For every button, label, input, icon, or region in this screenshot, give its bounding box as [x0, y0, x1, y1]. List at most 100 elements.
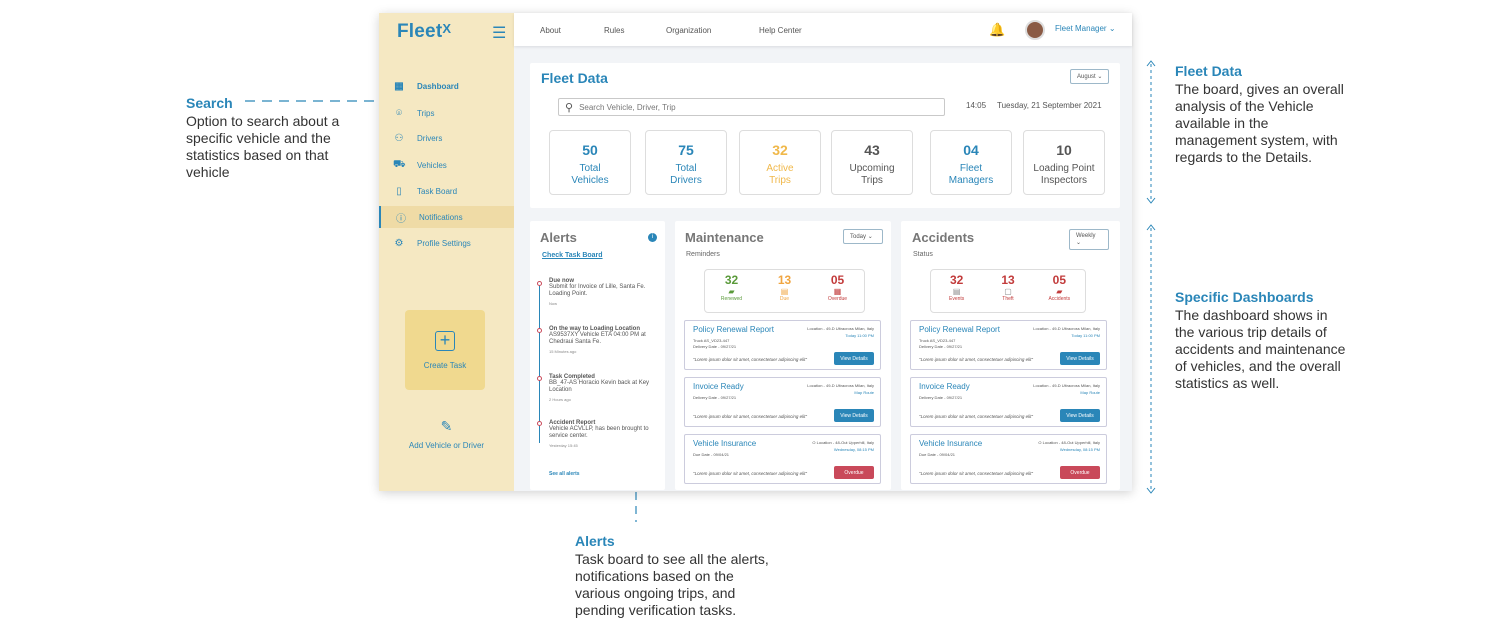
gear-icon: ⚙ [394, 237, 404, 249]
calendar-icon: ▦ [833, 287, 842, 296]
overdue-button[interactable]: Overdue [1060, 466, 1100, 479]
timeline-dot [537, 328, 542, 333]
pen-icon: ✎ [440, 418, 453, 434]
view-details-button[interactable]: View Details [834, 409, 874, 422]
fleet-data-panel: Fleet Data August ⌄ ⚲ Search Vehicle, Dri… [530, 63, 1120, 208]
truck-icon: ⛟ [393, 158, 406, 170]
stat-active-trips[interactable]: 32 Active Trips [739, 130, 821, 195]
summary-events: 32 ▤ Events [931, 270, 982, 312]
alerts-annotation-title: Alerts [575, 533, 615, 549]
avatar[interactable] [1025, 20, 1045, 40]
record-card[interactable]: Policy Renewal Report Location - 49-D Ult… [684, 320, 881, 370]
car-icon: ▰ [728, 287, 735, 296]
record-card[interactable]: Invoice Ready Location - 49-D Ultracross … [684, 377, 881, 427]
accidents-filter-dropdown[interactable]: Weekly ⌄ [1069, 229, 1109, 250]
timeline-dot [537, 421, 542, 426]
bracket-lines [1146, 60, 1156, 494]
fleet-annotation-text: The board, gives an overall analysis of … [1175, 81, 1344, 165]
summary-accidents: 05 ▰ Accidents [1034, 270, 1085, 312]
bell-icon[interactable]: 🔔 [989, 22, 1005, 38]
nav-about[interactable]: About [540, 26, 561, 35]
users-icon: ⚇ [394, 132, 404, 144]
alert-item[interactable]: Due now Submit for Invoice of Lille, Sant… [549, 278, 659, 306]
alerts-annotation-text: Task board to see all the alerts, notifi… [575, 551, 769, 618]
summary-overdue: 05 ▦ Overdue [811, 270, 864, 312]
accidents-panel: Accidents Status Weekly ⌄ 32 ▤ Events 13 ▢ T… [901, 221, 1120, 490]
view-details-button[interactable]: View Details [834, 352, 874, 365]
hamburger-menu-icon[interactable]: ☰ [492, 23, 506, 43]
record-card[interactable]: Vehicle Insurance O Location - 48-Out Upp… [910, 434, 1107, 484]
summary-theft: 13 ▢ Theft [982, 270, 1033, 312]
record-card[interactable]: Invoice Ready Location - 49-D Ultracross … [910, 377, 1107, 427]
timeline-dot [537, 376, 542, 381]
see-all-alerts-link[interactable]: See all alerts [549, 471, 580, 477]
add-vehicle-driver-button[interactable]: ✎ Add Vehicle or Driver [389, 418, 504, 450]
view-details-button[interactable]: View Details [1060, 409, 1100, 422]
alert-item[interactable]: Task Completed BB_47-AS Horacio Kevin bac… [549, 374, 659, 402]
doc-icon: ▤ [952, 287, 961, 296]
maintenance-panel: Maintenance Reminders Today ⌄ 32 ▰ Renewed… [675, 221, 891, 490]
stat-upcoming-trips[interactable]: 43 Upcoming Trips [831, 130, 913, 195]
stat-loading-point-inspectors[interactable]: 10 Loading Point Inspectors [1023, 130, 1105, 195]
record-card[interactable]: Vehicle Insurance O Location - 48-Out Upp… [684, 434, 881, 484]
fleet-annotation-title: Fleet Data [1175, 63, 1242, 79]
current-time: 14:05 [966, 101, 987, 110]
search-input[interactable]: ⚲ Search Vehicle, Driver, Trip [558, 98, 945, 116]
accidents-title: Accidents [912, 230, 975, 245]
chevron-down-icon: ⌄ [1097, 74, 1103, 80]
alert-item[interactable]: Accident Report Vehicle ACVLLP, has been … [549, 420, 659, 448]
fleet-title: Fleet Data [541, 70, 608, 86]
sidebar-item-vehicles[interactable]: ⛟ Vehicles [379, 154, 514, 176]
lock-icon: ▢ [1004, 287, 1012, 296]
sidebar-item-profile-settings[interactable]: ⚙ Profile Settings [379, 232, 514, 254]
stat-fleet-managers[interactable]: 04 Fleet Managers [930, 130, 1012, 195]
info-icon: ⓘ [396, 213, 406, 225]
alerts-title: Alerts [540, 230, 577, 245]
car-icon: ▰ [1056, 287, 1063, 296]
maintenance-subtitle: Reminders [686, 251, 720, 258]
sidebar-item-task-board[interactable]: ▯ Task Board [379, 180, 514, 202]
maintenance-title: Maintenance [685, 230, 764, 245]
timeline-dot [537, 281, 542, 286]
nav-help-center[interactable]: Help Center [759, 26, 802, 35]
chevron-down-icon: ⌄ [867, 234, 873, 240]
dashboard-window: FleetX ☰ ▦ Dashboard ⌾ Trips ⚇ Drivers ⛟ Veh… [379, 13, 1132, 491]
nav-rules[interactable]: Rules [604, 26, 624, 35]
stat-total-drivers[interactable]: 75 Total Drivers [645, 130, 727, 195]
search-icon: ⚲ [565, 101, 574, 114]
search-annotation-title: Search [186, 95, 233, 111]
top-bar: About Rules Organization Help Center 🔔 F… [514, 13, 1132, 46]
sidebar-item-notifications[interactable]: ⓘ Notifications [379, 206, 514, 228]
alert-item[interactable]: On the way to Loading Location AS9537XY V… [549, 326, 659, 354]
overdue-button[interactable]: Overdue [834, 466, 874, 479]
summary-renewed: 32 ▰ Renewed [705, 270, 758, 312]
doc-icon: ▯ [396, 185, 402, 197]
sidebar-item-drivers[interactable]: ⚇ Drivers [379, 127, 514, 149]
user-menu[interactable]: Fleet Manager ⌄ [1055, 24, 1116, 33]
month-dropdown[interactable]: August ⌄ [1070, 69, 1110, 84]
specific-annotation-text: The dashboard shows in the various trip … [1175, 307, 1346, 391]
doc-icon: ▤ [780, 287, 789, 296]
record-card[interactable]: Policy Renewal Report Location - 49-D Ult… [910, 320, 1107, 370]
sidebar-item-trips[interactable]: ⌾ Trips [379, 102, 514, 124]
maintenance-filter-dropdown[interactable]: Today ⌄ [843, 229, 883, 244]
check-task-board-link[interactable]: Check Task Board [542, 252, 603, 259]
sidebar-item-dashboard[interactable]: ▦ Dashboard [379, 75, 514, 97]
sidebar: FleetX ☰ ▦ Dashboard ⌾ Trips ⚇ Drivers ⛟ Veh… [379, 13, 514, 491]
nav-organization[interactable]: Organization [666, 26, 711, 35]
current-date: Tuesday, 21 September 2021 [997, 101, 1102, 110]
grid-icon: ▦ [394, 80, 404, 92]
chevron-down-icon: ⌄ [1076, 240, 1082, 246]
specific-annotation-title: Specific Dashboards [1175, 289, 1314, 305]
view-details-button[interactable]: View Details [1060, 352, 1100, 365]
info-icon[interactable]: i [648, 233, 657, 242]
search-annotation-text: Option to search about a specific vehicl… [186, 113, 340, 180]
summary-due: 13 ▤ Due [758, 270, 811, 312]
accidents-summary: 32 ▤ Events 13 ▢ Theft 05 ▰ Accidents [930, 269, 1086, 313]
chevron-down-icon: ⌄ [1108, 24, 1116, 33]
stat-total-vehicles[interactable]: 50 Total Vehicles [549, 130, 631, 195]
alerts-panel: Alerts i Check Task Board Due now Submit … [530, 221, 665, 490]
logo: FleetX [397, 21, 452, 42]
create-task-button[interactable]: + Create Task [405, 310, 485, 390]
maintenance-summary: 32 ▰ Renewed 13 ▤ Due 05 ▦ Overdue [704, 269, 865, 313]
